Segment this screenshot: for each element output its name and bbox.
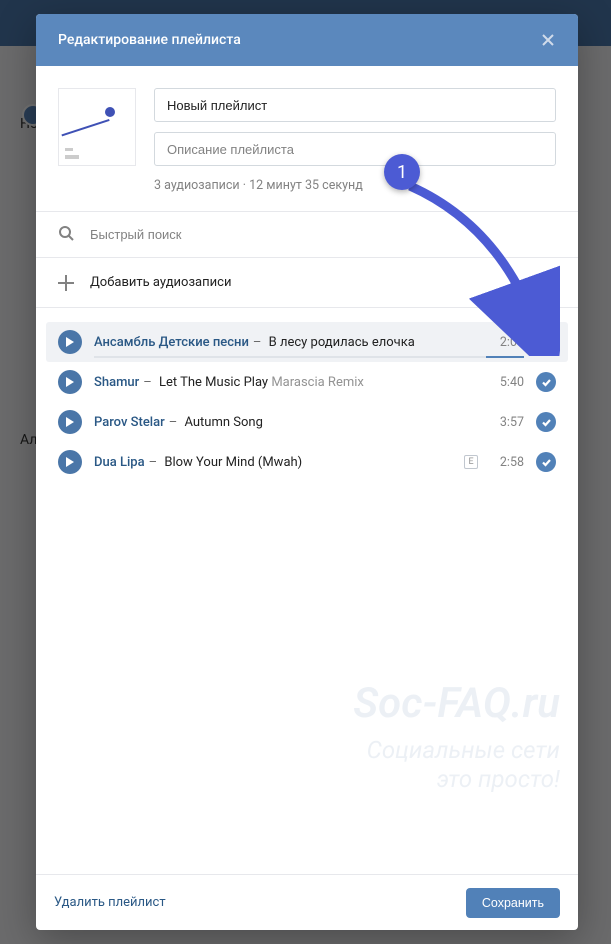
track-row[interactable]: Shamur– Let The Music Play Marascia Remi… <box>46 362 568 402</box>
track-artist: Shamur <box>94 375 139 390</box>
meta-fields: 3 аудиозаписи · 12 минут 35 секунд <box>154 88 556 193</box>
progress-fill <box>486 356 524 358</box>
track-duration: 2:09 <box>492 335 524 350</box>
annotation-number: 1 <box>397 162 407 183</box>
track-artist: Parov Stelar <box>94 415 165 430</box>
checkmark-icon[interactable] <box>536 372 556 392</box>
annotation-badge-1: 1 <box>384 154 420 190</box>
checkmark-icon[interactable] <box>536 412 556 432</box>
progress-bar[interactable] <box>94 356 524 358</box>
playlist-description-input[interactable] <box>154 132 556 166</box>
play-icon[interactable] <box>58 370 82 394</box>
cover-bar <box>65 148 73 151</box>
add-audio-button[interactable]: Добавить аудиозаписи <box>36 258 578 308</box>
playlist-edit-modal: Редактирование плейлиста 3 аудиозаписи ·… <box>36 14 578 930</box>
track-title: Let The Music Play <box>156 375 268 390</box>
modal-footer: Удалить плейлист Сохранить <box>36 874 578 930</box>
track-separator: – <box>143 375 152 390</box>
plus-icon <box>58 275 74 291</box>
cover-bar <box>65 155 79 159</box>
track-duration: 5:40 <box>492 375 524 390</box>
track-artist: Dua Lipa <box>94 455 145 470</box>
total-duration: 12 минут 35 секунд <box>249 178 363 193</box>
track-text: Ансамбль Детские песни– В лесу родилась … <box>94 335 480 350</box>
checkmark-icon[interactable] <box>536 452 556 472</box>
modal-title: Редактирование плейлиста <box>58 32 241 48</box>
playlist-stats: 3 аудиозаписи · 12 минут 35 секунд <box>154 178 556 193</box>
cover-dot <box>105 107 115 117</box>
track-separator: – <box>169 415 178 430</box>
track-separator: – <box>253 335 262 350</box>
playlist-cover[interactable] <box>58 88 136 166</box>
audio-count: 3 аудиозаписи <box>154 178 240 193</box>
track-text: Shamur– Let The Music Play Marascia Remi… <box>94 375 480 390</box>
track-duration: 2:58 <box>492 455 524 470</box>
delete-playlist-link[interactable]: Удалить плейлист <box>54 895 166 910</box>
explicit-icon: E <box>464 455 478 469</box>
track-artist: Ансамбль Детские песни <box>94 335 249 350</box>
play-icon[interactable] <box>58 330 82 354</box>
track-title: Blow Your Mind (Mwah) <box>161 455 302 470</box>
track-text: Dua Lipa– Blow Your Mind (Mwah) <box>94 455 452 470</box>
search-input[interactable] <box>90 227 556 242</box>
search-row <box>36 212 578 258</box>
play-icon[interactable] <box>58 410 82 434</box>
add-audio-label: Добавить аудиозаписи <box>90 275 231 290</box>
play-icon[interactable] <box>58 450 82 474</box>
chevron-right-icon <box>542 276 556 290</box>
playlist-name-input[interactable] <box>154 88 556 122</box>
track-text: Parov Stelar– Autumn Song <box>94 415 480 430</box>
modal-header: Редактирование плейлиста <box>36 14 578 66</box>
track-row[interactable]: Ансамбль Детские песни– В лесу родилась … <box>46 322 568 362</box>
track-list: Soc-FAQ.ru Социальные сетиэто просто! Ан… <box>36 308 578 874</box>
playlist-meta: 3 аудиозаписи · 12 минут 35 секунд <box>36 66 578 212</box>
track-separator: – <box>149 455 158 470</box>
watermark-sub: Социальные сетиэто просто! <box>353 736 560 794</box>
search-icon <box>58 225 74 245</box>
watermark: Soc-FAQ.ru Социальные сетиэто просто! <box>353 679 560 794</box>
track-subtitle: Marascia Remix <box>268 375 364 390</box>
track-duration: 3:57 <box>492 415 524 430</box>
close-icon[interactable] <box>540 32 556 48</box>
cover-line <box>61 119 109 136</box>
save-button[interactable]: Сохранить <box>466 888 560 918</box>
watermark-title: Soc-FAQ.ru <box>353 679 560 728</box>
track-row[interactable]: Dua Lipa– Blow Your Mind (Mwah) E 2:58 <box>46 442 568 482</box>
track-title: Autumn Song <box>181 415 263 430</box>
track-row[interactable]: Parov Stelar– Autumn Song 3:57 <box>46 402 568 442</box>
track-title: В лесу родилась елочка <box>265 335 414 350</box>
unchecked-circle[interactable] <box>536 332 556 352</box>
